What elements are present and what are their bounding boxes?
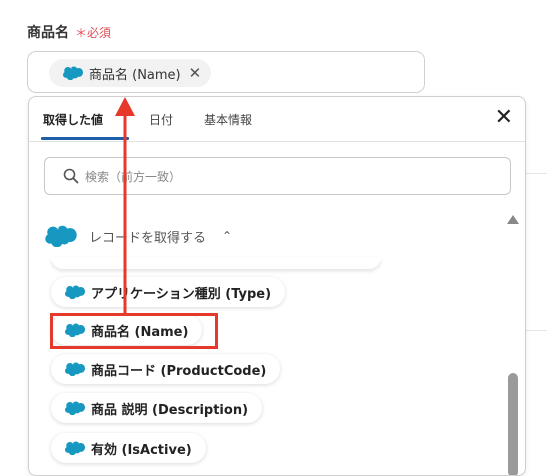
chip-remove-icon[interactable]: ✕ bbox=[189, 64, 202, 82]
list-item-label: 商品コード (ProductCode) bbox=[91, 363, 267, 379]
list-item-label: アプリケーション種別 (Type) bbox=[91, 286, 272, 302]
close-icon[interactable]: ✕ bbox=[495, 107, 513, 129]
list-item[interactable]: 商品 説明 (Description) bbox=[51, 393, 263, 423]
tab-basic-info[interactable]: 基本情報 bbox=[204, 111, 252, 128]
search-icon bbox=[63, 168, 79, 184]
scrollbar-thumb[interactable] bbox=[508, 373, 518, 475]
tab-acquired-values[interactable]: 取得した値 bbox=[43, 111, 103, 128]
value-picker-panel: 取得した値 日付 基本情報 ✕ 検索（前方一致） レコードを取得する ⌃ アプリ… bbox=[28, 96, 526, 476]
salesforce-cloud-icon bbox=[65, 362, 85, 376]
search-placeholder: 検索（前方一致） bbox=[85, 169, 182, 184]
salesforce-cloud-icon bbox=[65, 285, 85, 299]
selected-value-chip[interactable]: 商品名 (Name) ✕ bbox=[49, 59, 212, 87]
scrollbar[interactable] bbox=[507, 215, 519, 475]
record-section-header[interactable]: レコードを取得する ⌃ bbox=[45, 225, 232, 247]
salesforce-cloud-icon bbox=[45, 225, 77, 247]
highlight-box bbox=[50, 313, 218, 349]
scroll-up-arrow-icon[interactable] bbox=[507, 215, 519, 224]
tab-date[interactable]: 日付 bbox=[149, 111, 173, 128]
product-name-input[interactable]: 商品名 (Name) ✕ bbox=[27, 51, 425, 93]
active-tab-indicator bbox=[41, 137, 129, 140]
list-item[interactable]: アプリケーション種別 (Type) bbox=[51, 277, 286, 307]
list-item-label: 商品 説明 (Description) bbox=[91, 402, 249, 418]
search-input[interactable]: 検索（前方一致） bbox=[44, 157, 511, 195]
list-item-label: 有効 (IsActive) bbox=[91, 442, 192, 458]
salesforce-cloud-icon bbox=[63, 66, 83, 80]
list-item[interactable]: 商品コード (ProductCode) bbox=[51, 354, 281, 384]
salesforce-cloud-icon bbox=[65, 441, 85, 455]
chevron-up-icon[interactable]: ⌃ bbox=[222, 229, 232, 243]
required-indicator: ＊必須 bbox=[75, 26, 112, 40]
section-title: レコードを取得する bbox=[89, 230, 207, 246]
salesforce-cloud-icon bbox=[65, 401, 85, 415]
list-item-partial[interactable] bbox=[51, 257, 381, 269]
tab-bar: 取得した値 日付 基本情報 ✕ bbox=[29, 97, 525, 142]
product-name-field-label: 商品名 bbox=[27, 25, 69, 41]
list-item[interactable]: 有効 (IsActive) bbox=[51, 433, 206, 463]
chip-label: 商品名 (Name) bbox=[89, 67, 181, 83]
